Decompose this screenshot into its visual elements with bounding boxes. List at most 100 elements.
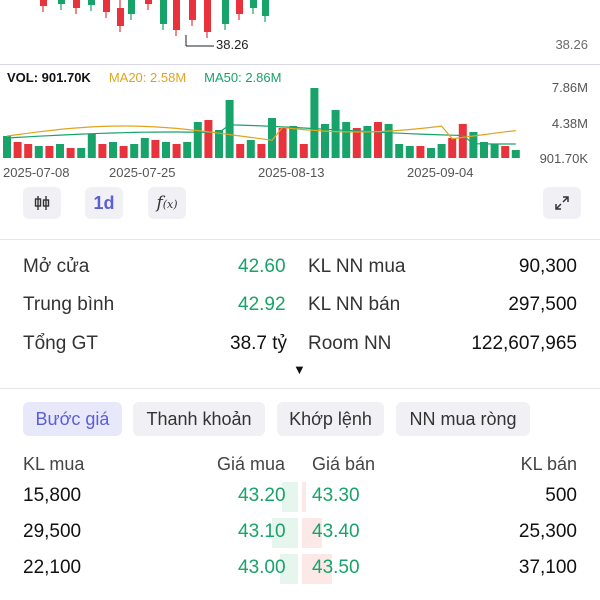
date-label: 2025-07-25: [109, 165, 176, 180]
volume-bar: [34, 146, 43, 158]
volume-bar: [511, 150, 520, 158]
volume-bar: [236, 144, 245, 158]
foreign-sell-label: KL NN bán: [308, 294, 401, 315]
volume-bar: [98, 144, 107, 158]
foreign-buy-label: KL NN mua: [308, 256, 406, 277]
candlestick-chart[interactable]: [0, 0, 600, 60]
candle-body: [222, 0, 229, 24]
volume-bar: [374, 122, 382, 158]
volume-chart[interactable]: [0, 80, 600, 160]
foreign-sell-value: 297,500: [508, 294, 577, 315]
foreign-buy-value: 90,300: [518, 256, 577, 277]
volume-bar: [427, 148, 435, 158]
foreign-room-label: Room NN: [308, 333, 392, 354]
volume-bar: [183, 142, 192, 158]
expand-caret-icon[interactable]: ▼: [293, 362, 306, 377]
ask-volume-header: KL bán: [520, 454, 577, 474]
chart-type-button[interactable]: [23, 187, 61, 219]
volume-bar: [215, 130, 223, 158]
ask-volume[interactable]: 37,100: [519, 557, 577, 579]
fullscreen-button[interactable]: [543, 187, 581, 219]
volume-bar: [24, 144, 33, 158]
volume-bar: [225, 100, 234, 158]
ask-depth-bar: [302, 482, 306, 512]
bid-price[interactable]: 43.00: [238, 557, 286, 579]
candle-body: [73, 0, 80, 8]
volume-bar: [56, 144, 64, 158]
candle-body: [58, 0, 65, 4]
interval-button[interactable]: 1d: [85, 187, 123, 219]
candle-body: [117, 8, 124, 26]
volume-bar: [77, 148, 86, 158]
volume-bar: [278, 128, 287, 158]
volume-bar: [342, 122, 351, 158]
volume-bar: [268, 118, 276, 158]
ma20-line: [6, 125, 516, 141]
candle-body: [128, 0, 135, 14]
volume-bar: [66, 148, 75, 158]
ask-price[interactable]: 43.40: [312, 521, 360, 543]
volume-bar: [490, 144, 499, 158]
volume-bar: [299, 144, 308, 158]
volume-bar: [151, 140, 160, 158]
candle-body: [250, 0, 257, 8]
volume-bar: [331, 110, 340, 158]
chart-divider: [0, 64, 600, 65]
indicator-button[interactable]: f(x): [148, 187, 186, 219]
bid-volume-header: KL mua: [23, 454, 85, 474]
volume-bar: [501, 146, 510, 158]
volume-bar: [289, 126, 298, 158]
volume-axis-label-high: 7.86M: [551, 80, 588, 95]
ask-volume[interactable]: 25,300: [519, 521, 577, 543]
bid-volume[interactable]: 15,800: [23, 485, 81, 507]
fx-icon: f(x): [156, 193, 178, 213]
candlestick-icon: [34, 196, 50, 210]
foreign-room-value: 122,607,965: [471, 333, 577, 354]
candle-body: [103, 0, 110, 12]
average-label: Trung bình: [23, 294, 115, 315]
volume-bar: [416, 146, 425, 158]
volume-bar: [458, 124, 467, 158]
bid-volume[interactable]: 22,100: [23, 557, 81, 579]
volume-bar: [193, 122, 202, 158]
volume-bar: [405, 146, 414, 158]
open-label: Mở cửa: [23, 256, 90, 277]
volume-bar: [3, 136, 11, 158]
bid-volume[interactable]: 29,500: [23, 521, 81, 543]
volume-bar: [172, 144, 181, 158]
low-price-annotation: 38.26: [216, 37, 249, 52]
bid-price[interactable]: 43.20: [238, 485, 286, 507]
total-value: 38.7 tỷ: [230, 333, 288, 354]
ask-price[interactable]: 43.50: [312, 557, 360, 579]
average-value: 42.92: [238, 294, 286, 315]
candle-body: [173, 0, 180, 30]
volume-bar: [246, 140, 255, 158]
volume-bar: [13, 142, 22, 158]
section-divider: [0, 239, 600, 240]
volume-axis-label-mid: 4.38M: [551, 116, 588, 131]
expand-icon: [555, 196, 569, 210]
bid-price[interactable]: 43.10: [238, 521, 286, 543]
volume-bar: [130, 144, 139, 158]
volume-bar: [140, 138, 149, 158]
candle-body: [40, 0, 47, 6]
total-value-label: Tổng GT: [23, 333, 98, 354]
tab-liquidity[interactable]: Thanh khoản: [133, 402, 265, 436]
candle-body: [160, 0, 167, 24]
date-label: 2025-08-13: [258, 165, 325, 180]
volume-bar: [162, 142, 170, 158]
volume-bar: [395, 144, 404, 158]
ask-price-header: Giá bán: [312, 454, 376, 474]
ask-price[interactable]: 43.30: [312, 485, 360, 507]
volume-bar: [310, 88, 319, 158]
date-label: 2025-09-04: [407, 165, 474, 180]
ask-volume[interactable]: 500: [545, 485, 577, 507]
volume-bar: [448, 138, 457, 158]
tab-price-steps[interactable]: Bước giá: [23, 402, 122, 436]
volume-bar: [87, 134, 96, 158]
tab-matched-orders[interactable]: Khớp lệnh: [277, 402, 384, 436]
date-label: 2025-07-08: [3, 165, 70, 180]
volume-bar: [119, 146, 128, 158]
candle-body: [262, 0, 269, 16]
tab-foreign-net-buy[interactable]: NN mua ròng: [396, 402, 530, 436]
